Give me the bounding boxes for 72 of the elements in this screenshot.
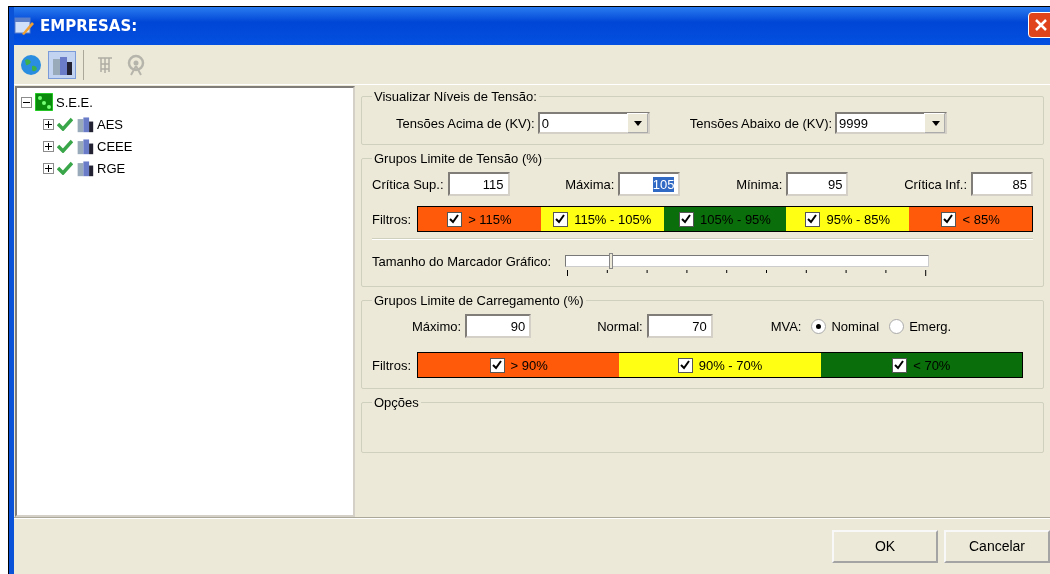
dropdown[interactable]: 0	[537, 112, 650, 134]
buildings-icon	[76, 115, 94, 133]
close-button[interactable]	[1028, 12, 1050, 38]
filter-label: > 90%	[510, 357, 548, 373]
tree-label[interactable]: AES	[97, 116, 123, 132]
checkbox[interactable]	[489, 357, 505, 373]
network-icon	[35, 93, 53, 111]
caret-icon	[931, 120, 940, 126]
antenna-icon	[125, 53, 147, 76]
window-title: EMPRESAS:	[40, 17, 138, 35]
filter-label: < 70%	[913, 357, 951, 373]
number-field[interactable]: 105	[618, 172, 681, 196]
filter-label: Filtros:	[372, 211, 411, 227]
radio-label: Nominal	[831, 318, 880, 334]
group-title: Grupos Limite de Carregamento (%)	[373, 293, 585, 308]
checkbox[interactable]	[679, 211, 695, 227]
filter-label: 95% - 85%	[826, 211, 891, 227]
number-field[interactable]: 95	[786, 172, 849, 196]
checkmark-icon[interactable]	[57, 161, 73, 175]
close-icon	[1034, 18, 1048, 32]
checkbox[interactable]	[447, 211, 463, 227]
number-field[interactable]: 70	[646, 314, 713, 338]
globe-icon	[20, 53, 42, 76]
filter-label: Filtros:	[372, 357, 411, 373]
filter-label: 105% - 95%	[700, 211, 771, 227]
checkmark-icon[interactable]	[57, 139, 73, 153]
radio-button[interactable]	[889, 318, 905, 334]
group-title: Grupos Limite de Tensão (%)	[373, 151, 544, 166]
field-label: MVA:	[770, 318, 802, 334]
field-label: Crítica Sup.:	[372, 176, 444, 192]
tree-label[interactable]: S.E.E.	[56, 94, 93, 110]
filter-label: > 115%	[468, 211, 512, 227]
radio-label: Emerg.	[909, 318, 952, 334]
group-title: Visualizar Níveis de Tensão:	[373, 89, 538, 104]
field-label: Crítica Inf.:	[904, 176, 967, 192]
number-field[interactable]: 115	[447, 172, 510, 196]
filter-label: < 85%	[962, 211, 1000, 227]
dialog-button[interactable]: OK	[832, 529, 938, 563]
expand-toggle[interactable]	[43, 118, 54, 130]
caret-icon	[634, 120, 643, 126]
group-title: Opções	[373, 395, 420, 410]
slider-label: Tamanho do Marcador Gráfico:	[372, 253, 552, 269]
checkbox[interactable]	[677, 357, 693, 373]
tree-label[interactable]: CEEE	[97, 138, 133, 154]
buildings-icon	[76, 159, 94, 177]
collapse-toggle[interactable]	[21, 96, 32, 108]
field-label: Normal:	[597, 318, 643, 334]
radio-button[interactable]	[811, 318, 827, 334]
dropdown[interactable]: 9999	[835, 112, 948, 134]
filter-label: 115% - 105%	[574, 211, 652, 227]
buildings-icon	[76, 137, 94, 155]
toolbar-button[interactable]	[48, 50, 76, 79]
number-field[interactable]: 85	[971, 172, 1033, 196]
expand-toggle[interactable]	[43, 140, 54, 152]
filter-label: 90% - 70%	[698, 357, 763, 373]
field-label: Máximo:	[412, 318, 462, 334]
field-label: Máxima:	[565, 176, 615, 192]
expand-toggle[interactable]	[43, 162, 54, 174]
checkbox[interactable]	[941, 211, 957, 227]
edit-window-icon	[14, 16, 34, 36]
slider-thumb[interactable]	[609, 253, 614, 269]
number-field[interactable]: 90	[465, 314, 532, 338]
checkbox[interactable]	[805, 211, 821, 227]
checkmark-icon[interactable]	[57, 117, 73, 131]
tower-icon	[95, 54, 115, 75]
checkbox[interactable]	[553, 211, 569, 227]
field-label: Tensões Abaixo de (KV):	[689, 115, 833, 131]
checkbox[interactable]	[892, 357, 908, 373]
field-label: Mínima:	[736, 176, 783, 192]
dialog-button[interactable]: Cancelar	[944, 529, 1050, 563]
field-label: Tensões Acima de (KV):	[396, 115, 535, 131]
tree-label[interactable]: RGE	[97, 160, 126, 176]
